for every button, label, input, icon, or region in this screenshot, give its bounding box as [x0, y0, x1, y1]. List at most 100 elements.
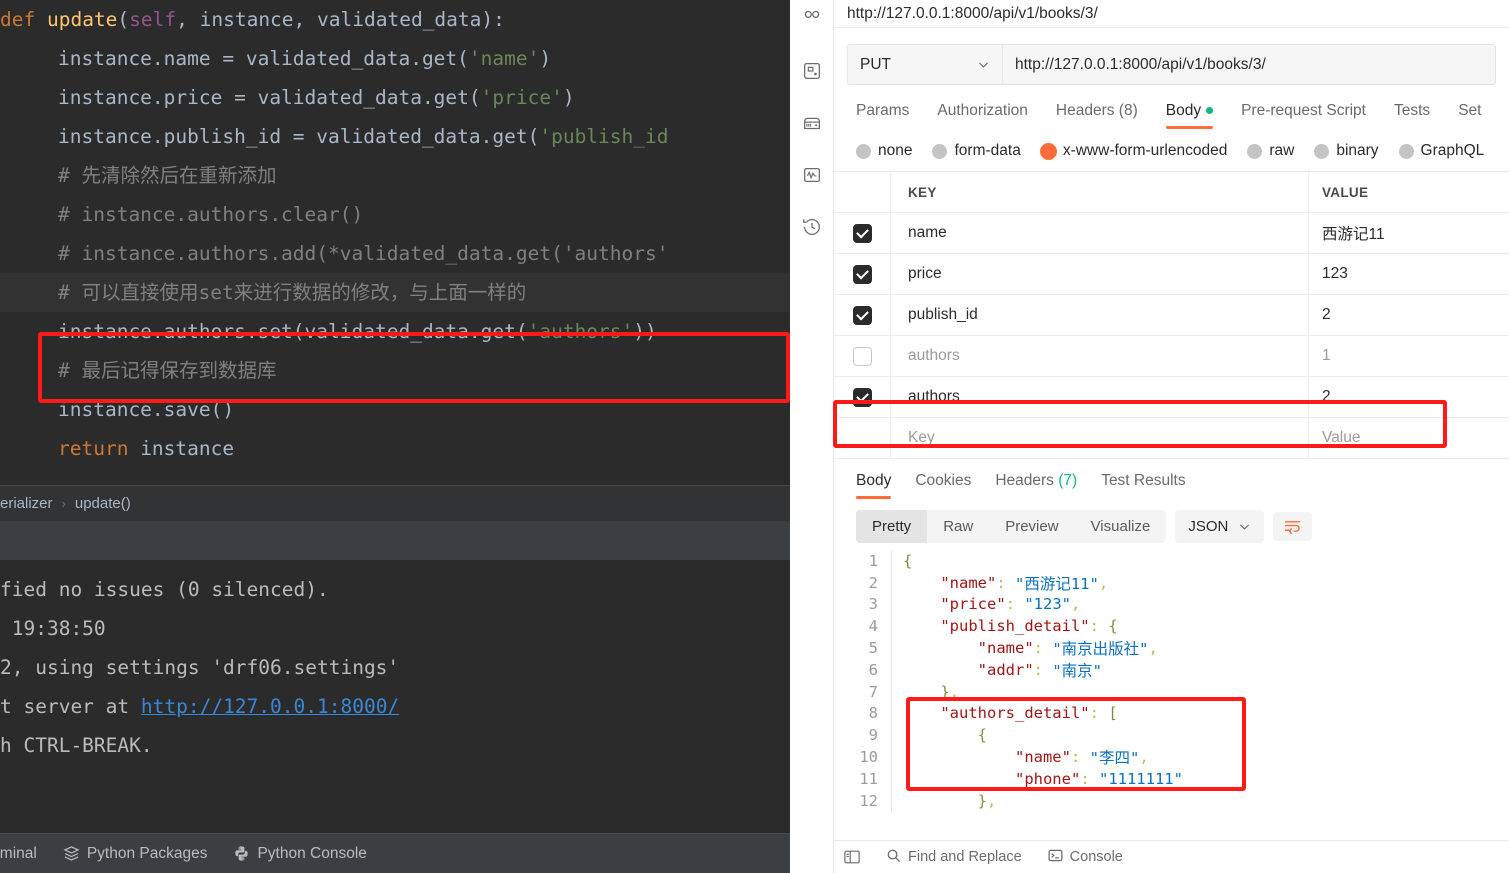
view-mode-pretty[interactable]: Pretty: [856, 510, 928, 543]
json-line-content: },: [891, 789, 996, 812]
ide-status-bar: erminal Python Packages Python Console: [0, 833, 790, 873]
code-line: # 最后记得保存到数据库: [0, 351, 790, 390]
view-mode-raw[interactable]: Raw: [927, 510, 989, 543]
request-tab-tests[interactable]: Tests: [1394, 102, 1430, 129]
json-token: [: [1108, 704, 1118, 723]
table-row: name 西游记11: [834, 213, 1509, 254]
table-cell-value-placeholder[interactable]: Value: [1309, 418, 1509, 458]
request-tab-label: Pre-request Script: [1241, 102, 1366, 119]
response-body-json[interactable]: 1{2 "name": "西游记11", 3 "price": "123", 4 "…: [834, 543, 1509, 840]
console-icon: [1048, 848, 1063, 867]
collections-icon[interactable]: [799, 6, 825, 32]
console-line: 19:38:50: [0, 609, 790, 648]
request-tab-set[interactable]: Set: [1458, 102, 1481, 129]
code-token: self: [129, 8, 177, 31]
json-line-content: "price": "123",: [891, 593, 1080, 616]
json-token: "南京出版社": [1052, 640, 1149, 659]
postman-panel: http://127.0.0.1:8000/api/v1/books/3/ PU…: [790, 0, 1509, 873]
body-type-binary[interactable]: binary: [1314, 142, 1379, 160]
environments-icon[interactable]: [799, 110, 825, 136]
run-console-output: fied no issues (0 silenced). 19:38:50 2, …: [0, 561, 790, 833]
row-checkbox[interactable]: [852, 305, 872, 325]
view-mode-preview[interactable]: Preview: [989, 510, 1074, 543]
table-row: authors 1: [834, 336, 1509, 377]
table-cell-key[interactable]: authors: [891, 336, 1309, 376]
response-tabs: Body Cookies Headers (7) Test Results: [834, 459, 1509, 499]
body-type-none[interactable]: none: [856, 142, 912, 160]
body-type-label: x-www-form-urlencoded: [1062, 142, 1228, 159]
ide-status-python[interactable]: Python Console: [233, 845, 367, 863]
table-cell-value[interactable]: 西游记11: [1309, 213, 1509, 253]
table-cell-key[interactable]: name: [891, 213, 1309, 253]
body-type-graphql[interactable]: GraphQL: [1398, 142, 1484, 160]
body-type-form-data[interactable]: form-data: [932, 142, 1021, 160]
response-tab-body[interactable]: Body: [856, 472, 892, 499]
breadcrumb-current[interactable]: update(): [75, 495, 131, 512]
request-tab-headers[interactable]: Headers (8): [1056, 102, 1138, 129]
row-checkbox[interactable]: [852, 346, 872, 366]
status-console[interactable]: Console: [1048, 848, 1123, 867]
request-tab-params[interactable]: Params: [856, 102, 909, 129]
wrap-lines-button[interactable]: [1273, 512, 1313, 541]
code-token: 'price': [480, 86, 563, 109]
json-line: 1{: [834, 550, 1509, 572]
body-type-x-www-form-urlencoded[interactable]: x-www-form-urlencoded: [1040, 142, 1228, 160]
code-token: return: [58, 437, 141, 460]
table-cell-value[interactable]: 2: [1309, 295, 1509, 335]
code-line: instance.price = validated_data.get('pri…: [0, 78, 790, 117]
json-token: "price": [940, 595, 1006, 614]
response-format-select[interactable]: JSON: [1175, 510, 1265, 543]
json-line-number: 4: [868, 617, 878, 636]
request-tab-body[interactable]: Body: [1165, 102, 1214, 129]
table-cell-key-placeholder[interactable]: Key: [891, 418, 1309, 458]
row-checkbox[interactable]: [852, 387, 872, 407]
code-token: , instance, validated_data):: [176, 8, 505, 31]
row-checkbox[interactable]: [852, 223, 872, 243]
console-link[interactable]: http://127.0.0.1:8000/: [141, 695, 399, 718]
status-find-and-replace[interactable]: Find and Replace: [886, 848, 1022, 867]
json-line: 6 "addr": "南京": [834, 658, 1509, 681]
radio-knob-icon: [932, 143, 948, 159]
breadcrumb-parent[interactable]: erializer: [0, 495, 53, 512]
monitor-icon[interactable]: [799, 162, 825, 188]
ide-status-terminal[interactable]: erminal: [0, 845, 37, 863]
table-cell-value[interactable]: 123: [1309, 254, 1509, 294]
json-line: 9 {: [834, 724, 1509, 747]
response-tab-headers[interactable]: Headers (7): [995, 472, 1077, 499]
request-tab-pre-request-script[interactable]: Pre-request Script: [1241, 102, 1366, 129]
response-tab-test-results[interactable]: Test Results: [1101, 472, 1185, 499]
json-line-content: "publish_detail": {: [891, 615, 1118, 638]
http-method-select[interactable]: PUT: [847, 44, 1002, 85]
table-cell-key[interactable]: price: [891, 254, 1309, 294]
json-line: 12 },: [834, 789, 1509, 812]
response-tab-cookies[interactable]: Cookies: [915, 472, 971, 499]
table-cell-value[interactable]: 2: [1309, 377, 1509, 417]
request-tab-count: (8): [1114, 102, 1138, 119]
row-checkbox[interactable]: [852, 264, 872, 284]
json-line: 8 "authors_detail": [: [834, 702, 1509, 725]
table-cell-value[interactable]: 1: [1309, 336, 1509, 376]
ide-status-label: erminal: [0, 844, 37, 862]
code-token: 'authors': [527, 320, 634, 343]
api-icon[interactable]: [799, 58, 825, 84]
history-icon[interactable]: [799, 214, 825, 240]
response-format-value: JSON: [1188, 518, 1229, 535]
body-type-raw[interactable]: raw: [1247, 142, 1294, 160]
json-line-number: 2: [868, 573, 878, 592]
code-token: # instance.authors.clear(): [58, 203, 364, 226]
json-token: :: [1089, 617, 1109, 636]
table-cell-key[interactable]: publish_id: [891, 295, 1309, 335]
request-url-input[interactable]: http://127.0.0.1:8000/api/v1/books/3/: [1002, 44, 1496, 85]
json-token: ,: [949, 682, 960, 701]
json-token: "1111111": [1098, 769, 1183, 788]
sidebar-toggle-icon[interactable]: [844, 850, 860, 864]
request-tab-authorization[interactable]: Authorization: [937, 102, 1027, 129]
table-cell-key[interactable]: authors: [891, 377, 1309, 417]
json-token: ,: [1148, 639, 1158, 658]
code-editor[interactable]: def update(self, instance, validated_dat…: [0, 0, 790, 485]
code-line: # instance.authors.clear(): [0, 195, 790, 234]
ide-status-packages[interactable]: Python Packages: [63, 845, 207, 863]
view-mode-visualize[interactable]: Visualize: [1075, 510, 1167, 543]
